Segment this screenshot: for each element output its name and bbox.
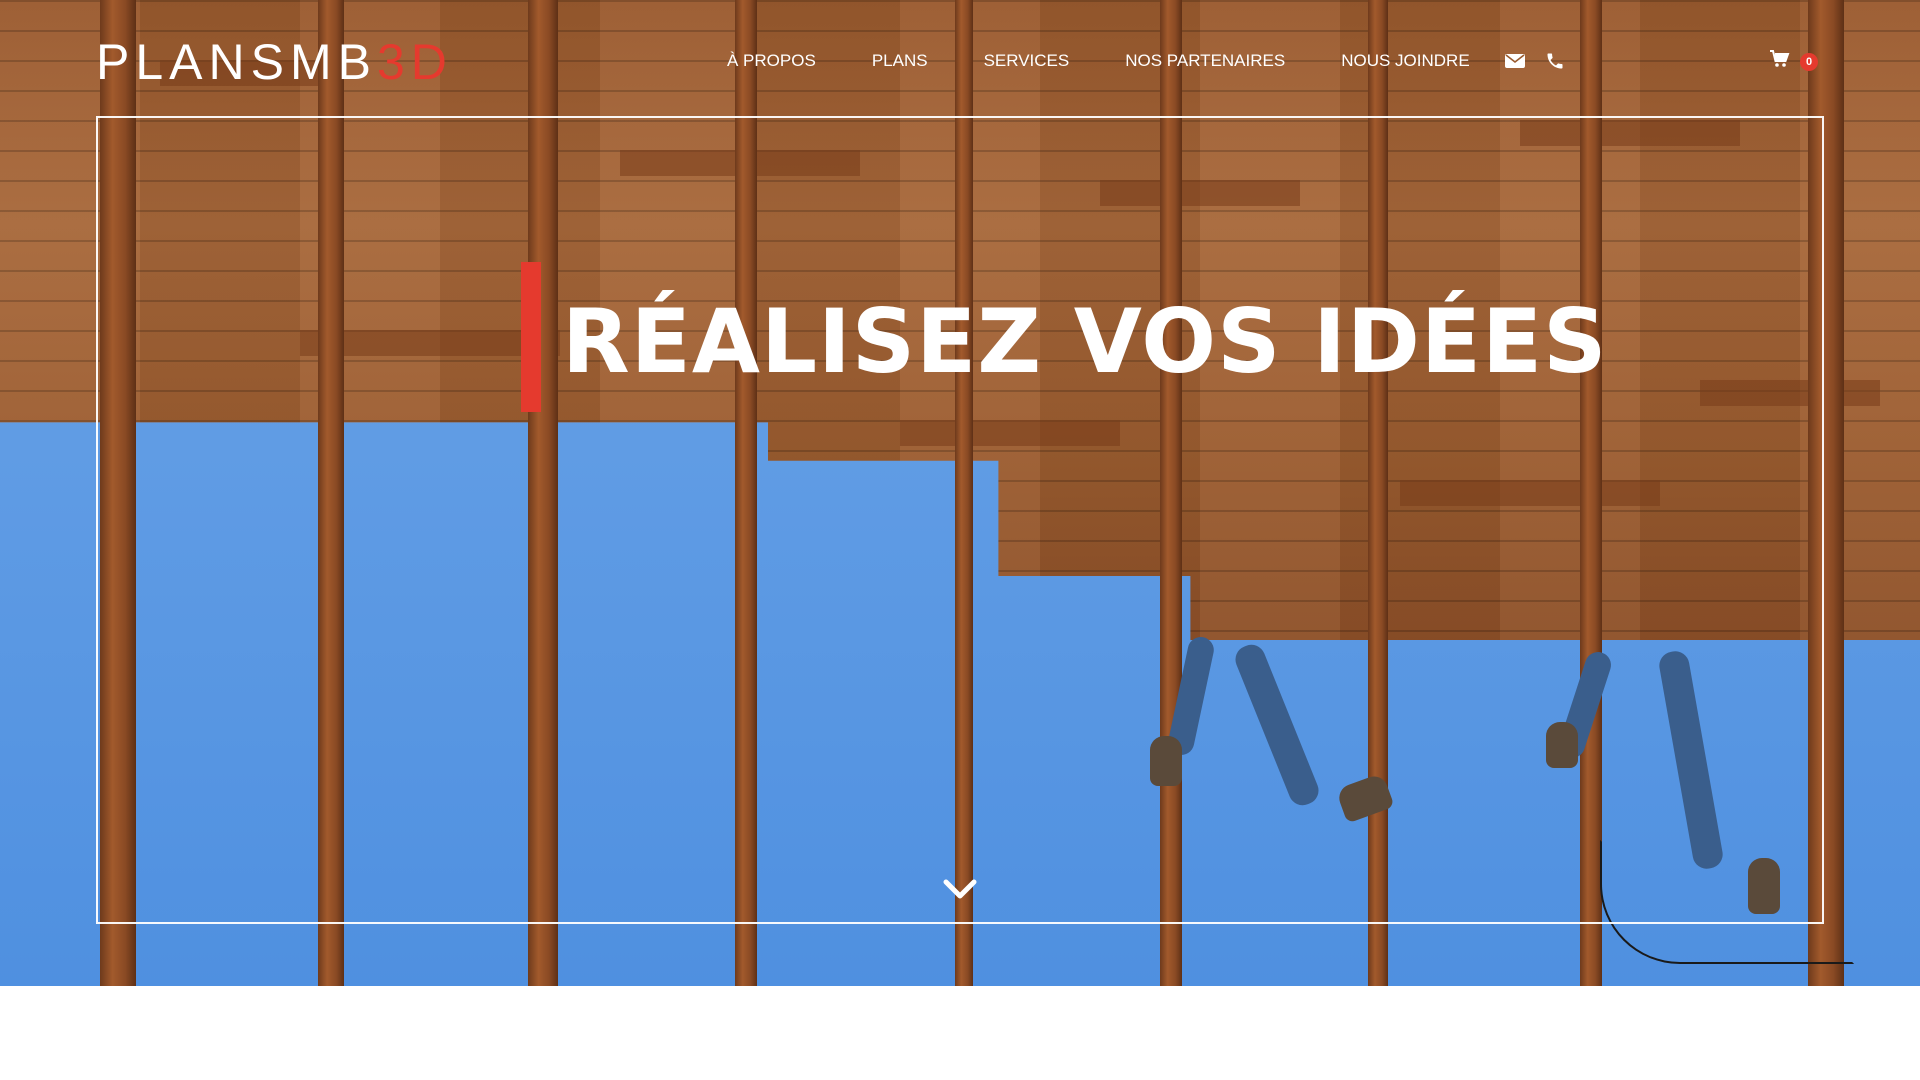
nav-item-nous-joindre[interactable]: NOUS JOINDRE <box>1341 51 1469 71</box>
nav-item-services[interactable]: SERVICES <box>984 51 1070 71</box>
logo-text-accent: 3D <box>376 34 453 90</box>
headline-accent-bar <box>521 262 541 412</box>
cart-icon <box>1770 50 1790 73</box>
chevron-down-icon[interactable] <box>940 874 980 904</box>
hero-frame <box>96 116 1824 924</box>
phone-icon[interactable] <box>1544 50 1566 72</box>
nav-item-a-propos[interactable]: À PROPOS <box>727 51 816 71</box>
hero-headline: RÉALISEZ VOS IDÉES <box>562 290 1608 393</box>
cart-count-badge: 0 <box>1800 52 1818 71</box>
cart-button[interactable]: 0 <box>1770 50 1818 73</box>
main-navigation: À PROPOS PLANS SERVICES NOS PARTENAIRES … <box>727 48 1584 74</box>
hero-section: RÉALISEZ VOS IDÉES <box>0 0 1920 986</box>
nav-item-plans[interactable]: PLANS <box>872 51 928 71</box>
nav-item-partenaires[interactable]: NOS PARTENAIRES <box>1125 51 1285 71</box>
site-logo[interactable]: PLANSMB 3D <box>96 34 453 90</box>
envelope-icon[interactable] <box>1504 50 1526 72</box>
logo-text-main: PLANSMB <box>96 34 377 90</box>
